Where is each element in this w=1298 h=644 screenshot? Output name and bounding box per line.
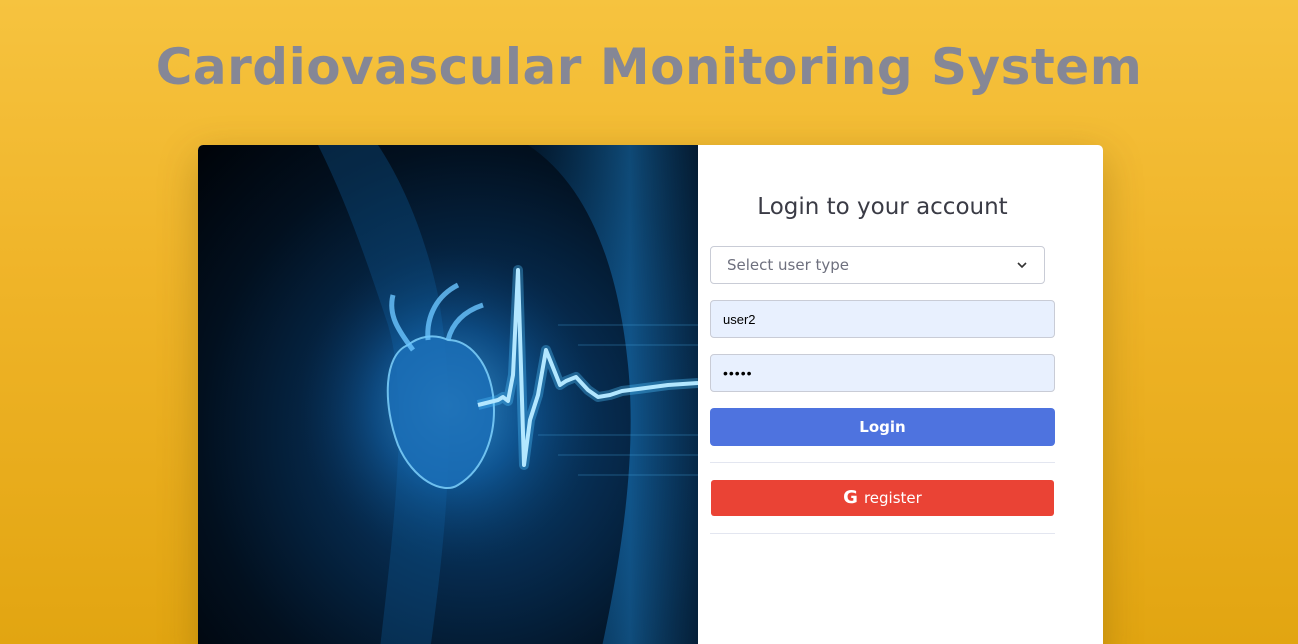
password-input[interactable] [710,354,1055,392]
user-type-select-value: Select user type [727,256,850,274]
chevron-down-icon [1017,262,1027,269]
divider [710,462,1055,463]
page-title: Cardiovascular Monitoring System [155,38,1143,96]
register-button[interactable]: G register [711,480,1054,516]
heart-ecg-image [198,145,698,644]
divider [710,533,1055,534]
register-button-label: register [863,489,922,507]
heart-ecg-illustration [298,145,698,644]
user-type-select[interactable]: Select user type [710,246,1045,284]
google-icon: G [843,487,858,508]
login-button[interactable]: Login [710,408,1055,446]
username-input[interactable] [710,300,1055,338]
login-card: Login to your account Select user type L… [198,145,1103,644]
form-heading: Login to your account [757,194,1008,220]
